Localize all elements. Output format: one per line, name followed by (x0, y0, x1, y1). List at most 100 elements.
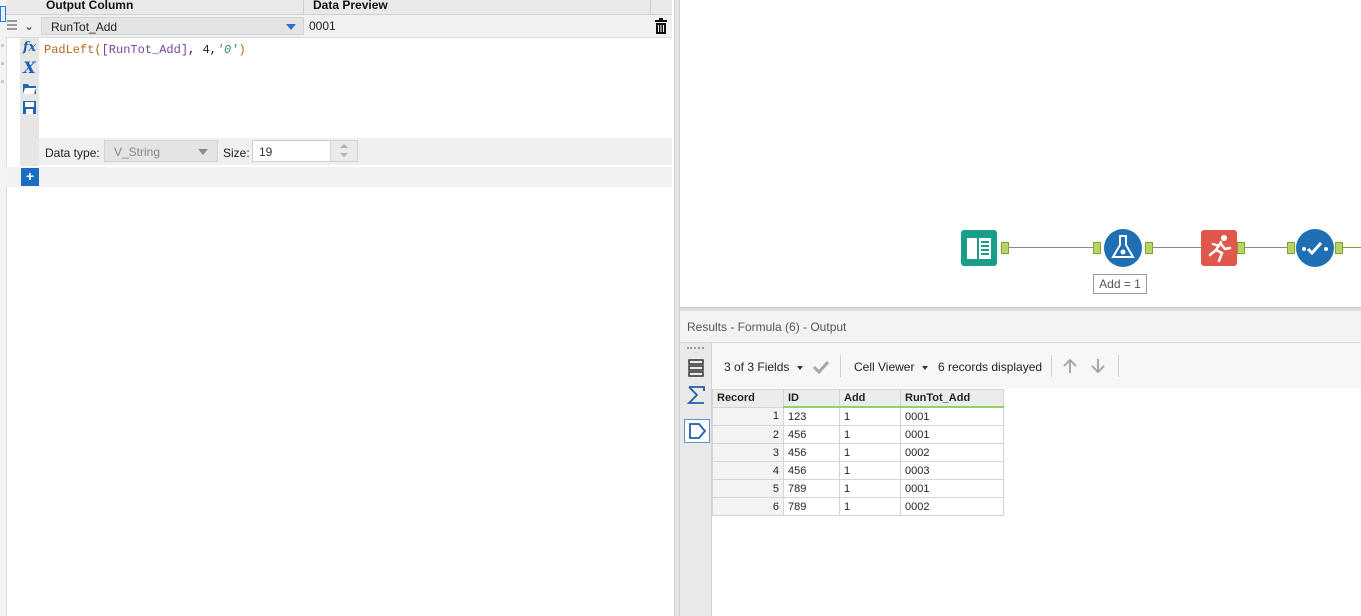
expr-separator: , (188, 43, 203, 57)
open-folder-icon[interactable] (21, 80, 38, 97)
metadata-tag-icon[interactable] (684, 419, 710, 443)
col-header-add[interactable]: Add (839, 389, 901, 408)
expression-row: ⌄ RunTot_Add 0001 (6, 15, 672, 38)
id-cell[interactable]: 789 (783, 497, 840, 516)
data-preview-value: 0001 (309, 19, 336, 33)
column-header-bar: Output Column Data Preview (6, 0, 672, 15)
save-icon[interactable] (21, 99, 38, 116)
strip-dot (1, 62, 4, 65)
runtot-add-cell[interactable]: 0001 (900, 406, 1004, 426)
size-label: Size: (223, 146, 250, 160)
id-cell[interactable]: 789 (783, 479, 840, 498)
table-row[interactable]: 2 456 1 0001 (712, 425, 1004, 444)
table-row[interactable]: 1 123 1 0001 (712, 406, 1004, 426)
input-data-icon[interactable] (960, 229, 998, 267)
table-row[interactable]: 3 456 1 0002 (712, 443, 1004, 462)
table-view-icon[interactable] (684, 357, 708, 379)
id-cell[interactable]: 456 (783, 443, 840, 462)
add-cell[interactable]: 1 (839, 443, 901, 462)
col-header-runtot-add[interactable]: RunTot_Add (900, 389, 1004, 408)
header-divider (303, 0, 304, 14)
col-header-record[interactable]: Record (712, 389, 784, 408)
id-cell[interactable]: 456 (783, 461, 840, 480)
formula-config-panel: Output Column Data Preview ⌄ RunTot_Add … (0, 0, 674, 616)
add-cell[interactable]: 1 (839, 425, 901, 444)
expr-close: ) (238, 43, 246, 57)
data-type-value: V_String (114, 145, 161, 159)
size-stepper[interactable] (330, 141, 357, 161)
table-row[interactable]: 6 789 1 0002 (712, 497, 1004, 516)
data-type-row: Data type: V_String Size: 19 (39, 138, 672, 165)
chevron-down-icon[interactable]: ⌄ (20, 18, 38, 34)
results-window: Results - Formula (6) - Output 3 of 3 Fi… (680, 311, 1361, 616)
tool-annotation: Add = 1 (1093, 274, 1147, 294)
output-anchor[interactable] (1145, 242, 1153, 254)
checkmark-icon[interactable] (812, 360, 830, 374)
input-anchor[interactable] (1093, 242, 1101, 254)
output-column-header: Output Column (46, 0, 134, 12)
dropdown-caret-icon (922, 366, 928, 370)
table-row[interactable]: 4 456 1 0003 (712, 461, 1004, 480)
size-input[interactable]: 19 (252, 140, 358, 162)
formula-toolbar: fx X (20, 38, 39, 166)
id-cell[interactable]: 456 (783, 425, 840, 444)
expr-field: [RunTot_Add] (101, 43, 189, 57)
data-type-label: Data type: (45, 146, 100, 160)
grid-header-row: Record ID Add RunTot_Add (712, 389, 1004, 408)
runtot-add-cell[interactable]: 0002 (900, 497, 1004, 516)
results-toolbar: 3 of 3 Fields Cell Viewer 6 records disp… (712, 343, 1361, 388)
table-row[interactable]: 5 789 1 0001 (712, 479, 1004, 498)
output-anchor[interactable] (1237, 242, 1245, 254)
output-anchor[interactable] (1001, 242, 1009, 254)
workflow-canvas[interactable]: Add = 1 (680, 0, 1361, 307)
output-anchor[interactable] (1335, 242, 1343, 254)
data-type-select[interactable]: V_String (104, 140, 218, 162)
expr-comma: , (209, 43, 217, 57)
arrow-up-icon[interactable] (1062, 358, 1078, 374)
results-title: Results - Formula (6) - Output (687, 320, 847, 334)
runtot-add-cell[interactable]: 0003 (900, 461, 1004, 480)
grip-icon[interactable] (687, 347, 704, 351)
id-cell[interactable]: 123 (783, 406, 840, 426)
strip-dot (1, 80, 4, 83)
add-cell[interactable]: 1 (839, 497, 901, 516)
header-divider (650, 0, 651, 14)
connection-line (1340, 247, 1361, 248)
summary-sigma-icon[interactable] (684, 384, 708, 406)
formula-expression-editor[interactable]: PadLeft([RunTot_Add], 4,'0') (44, 43, 246, 57)
runtot-add-cell[interactable]: 0001 (900, 425, 1004, 444)
add-formula-button[interactable]: + (21, 168, 39, 186)
record-cell: 5 (712, 479, 784, 498)
add-cell[interactable]: 1 (839, 479, 901, 498)
results-grid[interactable]: Record ID Add RunTot_Add 1 123 1 0001 2 … (712, 389, 1004, 516)
expr-number: 4 (202, 43, 210, 57)
drag-handle-icon[interactable] (6, 18, 18, 34)
record-cell: 3 (712, 443, 784, 462)
function-icon[interactable]: fx (21, 39, 38, 56)
dropdown-caret-icon (198, 149, 208, 155)
variable-icon[interactable]: X (21, 59, 38, 76)
size-value: 19 (259, 145, 273, 159)
runtot-add-cell[interactable]: 0001 (900, 479, 1004, 498)
add-formula-row: + (6, 167, 672, 187)
record-cell: 2 (712, 425, 784, 444)
running-total-icon[interactable] (1200, 229, 1238, 267)
record-cell: 1 (712, 406, 784, 426)
record-cell: 6 (712, 497, 784, 516)
runtot-add-cell[interactable]: 0002 (900, 443, 1004, 462)
formula-icon[interactable] (1103, 228, 1143, 268)
arrow-down-icon[interactable] (1090, 358, 1106, 374)
records-count: 6 records displayed (938, 360, 1043, 374)
cell-viewer-selector[interactable]: Cell Viewer (854, 360, 914, 374)
toolbar-divider (840, 355, 841, 377)
trash-icon[interactable] (654, 18, 668, 34)
input-anchor[interactable] (1287, 242, 1295, 254)
add-cell[interactable]: 1 (839, 406, 901, 426)
connection-line (1009, 247, 1100, 248)
add-cell[interactable]: 1 (839, 461, 901, 480)
col-header-id[interactable]: ID (783, 389, 840, 408)
fields-selector[interactable]: 3 of 3 Fields (724, 360, 789, 374)
output-column-select[interactable]: RunTot_Add (41, 17, 304, 35)
select-icon[interactable] (1295, 228, 1335, 268)
toolbar-divider (1051, 355, 1052, 377)
